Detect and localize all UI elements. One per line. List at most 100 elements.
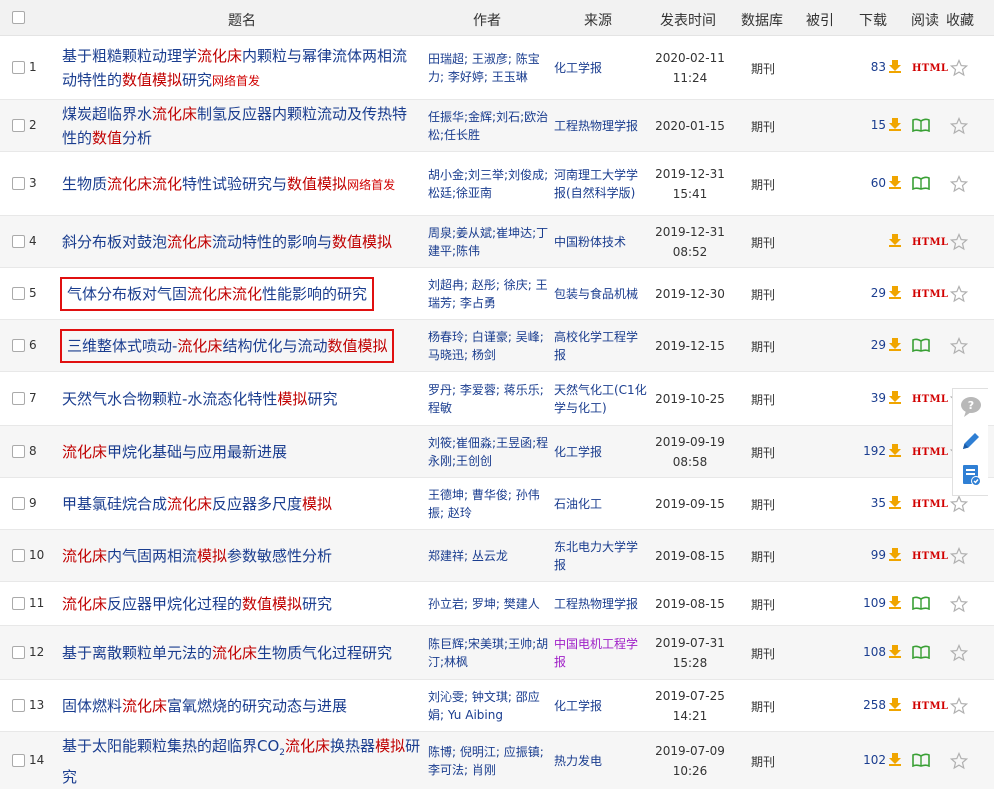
star-icon[interactable] xyxy=(950,644,968,662)
row-checkbox[interactable] xyxy=(12,646,25,659)
html-read-link[interactable]: HTML xyxy=(912,496,948,510)
article-title-link[interactable]: 流化床反应器甲烷化过程的数值模拟研究 xyxy=(62,592,422,616)
download-icon[interactable] xyxy=(888,644,902,658)
article-title-link[interactable]: 生物质流化床流化特性试验研究与数值模拟网络首发 xyxy=(62,172,422,197)
col-source-header[interactable]: 来源 xyxy=(584,10,612,30)
article-title-link[interactable]: 流化床内气固两相流模拟参数敏感性分析 xyxy=(62,544,422,568)
star-icon[interactable] xyxy=(950,233,968,251)
source-link[interactable]: 东北电力大学学报 xyxy=(554,538,648,574)
authors-cell[interactable]: 胡小金;刘三举;刘俊成;松廷;徐亚南 xyxy=(428,166,550,202)
html-read-link[interactable]: HTML xyxy=(912,548,948,562)
col-date-header[interactable]: 发表时间 xyxy=(660,10,716,30)
star-icon[interactable] xyxy=(950,495,968,513)
download-icon[interactable] xyxy=(888,285,902,299)
download-count[interactable]: 109 xyxy=(840,596,886,610)
authors-cell[interactable]: 田瑞超; 王淑彦; 陈宝力; 李好婷; 王玉琳 xyxy=(428,50,550,86)
article-title-link[interactable]: 甲基氯硅烷合成流化床反应器多尺度模拟 xyxy=(62,492,422,516)
html-read-link[interactable]: HTML xyxy=(912,286,948,300)
star-icon[interactable] xyxy=(950,752,968,770)
source-link[interactable]: 化工学报 xyxy=(554,697,648,715)
star-icon[interactable] xyxy=(950,59,968,77)
article-title-link[interactable]: 气体分布板对气固流化床流化性能影响的研究 xyxy=(59,277,375,311)
article-title-link[interactable]: 三维整体式喷动-流化床结构优化与流动数值模拟 xyxy=(59,329,395,363)
book-read-icon[interactable] xyxy=(912,645,930,662)
article-title-link[interactable]: 基于粗糙颗粒动理学流化床内颗粒与幂律流体两相流动特性的数值模拟研究网络首发 xyxy=(62,44,422,93)
row-checkbox[interactable] xyxy=(12,549,25,562)
row-checkbox[interactable] xyxy=(12,339,25,352)
article-title-link[interactable]: 煤炭超临界水流化床制氢反应器内颗粒流动及传热特性的数值分析 xyxy=(62,102,422,150)
download-count[interactable]: 15 xyxy=(840,118,886,132)
row-checkbox[interactable] xyxy=(12,119,25,132)
book-read-icon[interactable] xyxy=(912,338,930,355)
download-count[interactable]: 192 xyxy=(840,444,886,458)
source-link[interactable]: 工程热物理学报 xyxy=(554,595,648,613)
authors-cell[interactable]: 陈博; 倪明江; 应振镇; 李可法; 肖刚 xyxy=(428,743,550,779)
download-icon[interactable] xyxy=(888,547,902,561)
html-read-link[interactable]: HTML xyxy=(912,234,948,248)
star-icon[interactable] xyxy=(950,337,968,355)
col-download-header[interactable]: 下载 xyxy=(859,10,887,30)
source-link[interactable]: 化工学报 xyxy=(554,443,648,461)
star-icon[interactable] xyxy=(950,697,968,715)
download-icon[interactable] xyxy=(888,595,902,609)
authors-cell[interactable]: 杨春玲; 白谨豪; 吴峰; 马晓迅; 杨剑 xyxy=(428,328,550,364)
article-title-link[interactable]: 固体燃料流化床富氧燃烧的研究动态与进展 xyxy=(62,694,422,718)
book-read-icon[interactable] xyxy=(912,753,930,770)
authors-cell[interactable]: 刘筱;崔佃淼;王昱函;程永刚;王创创 xyxy=(428,434,550,470)
html-read-link[interactable]: HTML xyxy=(912,444,948,458)
star-icon[interactable] xyxy=(950,595,968,613)
comment-icon[interactable]: ? xyxy=(959,395,983,419)
download-count[interactable]: 60 xyxy=(840,176,886,190)
download-count[interactable]: 99 xyxy=(840,548,886,562)
html-read-link[interactable]: HTML xyxy=(912,60,948,74)
download-icon[interactable] xyxy=(888,175,902,189)
authors-cell[interactable]: 郑建祥; 丛云龙 xyxy=(428,547,550,565)
pencil-icon[interactable] xyxy=(959,429,983,453)
html-read-link[interactable]: HTML xyxy=(912,698,948,712)
authors-cell[interactable]: 孙立岩; 罗坤; 樊建人 xyxy=(428,595,550,613)
row-checkbox[interactable] xyxy=(12,177,25,190)
article-title-link[interactable]: 流化床甲烷化基础与应用最新进展 xyxy=(62,440,422,464)
download-icon[interactable] xyxy=(888,752,902,766)
download-icon[interactable] xyxy=(888,117,902,131)
row-checkbox[interactable] xyxy=(12,235,25,248)
source-link[interactable]: 石油化工 xyxy=(554,495,648,513)
article-title-link[interactable]: 基于离散颗粒单元法的流化床生物质气化过程研究 xyxy=(62,641,422,665)
authors-cell[interactable]: 罗丹; 李爱蓉; 蒋乐乐; 程敏 xyxy=(428,381,550,417)
source-link[interactable]: 工程热物理学报 xyxy=(554,117,648,135)
source-link[interactable]: 热力发电 xyxy=(554,752,648,770)
star-icon[interactable] xyxy=(950,285,968,303)
source-link[interactable]: 化工学报 xyxy=(554,59,648,77)
col-database-header[interactable]: 数据库 xyxy=(741,10,783,30)
row-checkbox[interactable] xyxy=(12,445,25,458)
authors-cell[interactable]: 刘沁雯; 钟文琪; 邵应娟; Yu Aibing xyxy=(428,688,550,724)
authors-cell[interactable]: 任振华;金辉;刘石;欧治松;任长胜 xyxy=(428,108,550,144)
authors-cell[interactable]: 王德坤; 曹华俊; 孙伟振; 赵玲 xyxy=(428,486,550,522)
download-count[interactable]: 29 xyxy=(840,338,886,352)
download-count[interactable]: 258 xyxy=(840,698,886,712)
download-count[interactable]: 35 xyxy=(840,496,886,510)
col-author-header[interactable]: 作者 xyxy=(473,10,501,30)
article-title-link[interactable]: 基于太阳能颗粒集热的超临界CO2流化床换热器模拟研究 xyxy=(62,734,422,789)
book-read-icon[interactable] xyxy=(912,118,930,135)
article-title-link[interactable]: 斜分布板对鼓泡流化床流动特性的影响与数值模拟 xyxy=(62,230,422,254)
download-icon[interactable] xyxy=(888,443,902,457)
download-icon[interactable] xyxy=(888,59,902,73)
authors-cell[interactable]: 周泉;姜从斌;崔坤达;丁建平;陈伟 xyxy=(428,224,550,260)
download-icon[interactable] xyxy=(888,390,902,404)
download-icon[interactable] xyxy=(888,233,902,247)
download-icon[interactable] xyxy=(888,495,902,509)
article-title-link[interactable]: 天然气水合物颗粒-水流态化特性模拟研究 xyxy=(62,387,422,411)
row-checkbox[interactable] xyxy=(12,497,25,510)
source-link[interactable]: 河南理工大学学报(自然科学版) xyxy=(554,166,648,202)
star-icon[interactable] xyxy=(950,547,968,565)
col-title-header[interactable]: 题名 xyxy=(228,10,256,30)
source-link[interactable]: 中国电机工程学报 xyxy=(554,635,648,671)
download-count[interactable]: 108 xyxy=(840,645,886,659)
download-count[interactable]: 83 xyxy=(840,60,886,74)
download-icon[interactable] xyxy=(888,697,902,711)
col-cited-header[interactable]: 被引 xyxy=(806,10,834,30)
download-count[interactable]: 39 xyxy=(840,391,886,405)
row-checkbox[interactable] xyxy=(12,597,25,610)
row-checkbox[interactable] xyxy=(12,699,25,712)
